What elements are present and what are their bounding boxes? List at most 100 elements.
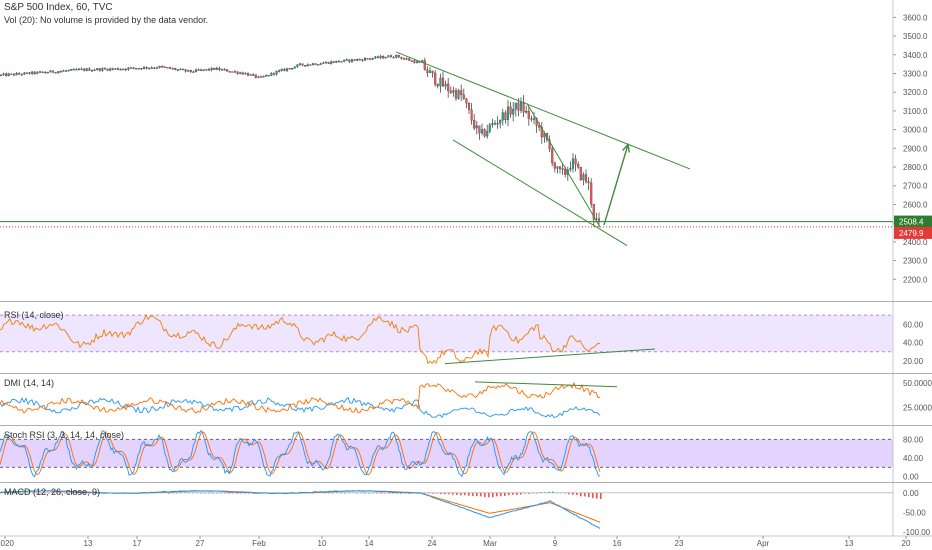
candle-body	[241, 72, 244, 75]
candle-body	[491, 123, 494, 125]
candle-body	[473, 120, 476, 129]
candle-body	[10, 73, 13, 75]
price-label-support-text: 2508.4	[899, 218, 924, 227]
macd-histogram-bar	[424, 492, 426, 494]
candle-body	[504, 112, 507, 121]
candle-body	[161, 65, 164, 68]
time-tick-label: 10	[318, 539, 327, 548]
macd-histogram-bar	[528, 492, 530, 494]
macd-histogram-bar	[476, 492, 478, 497]
macd-histogram-bar	[536, 492, 538, 494]
candle-body	[148, 67, 151, 70]
candle-body	[166, 67, 169, 69]
candle-body	[353, 59, 356, 61]
candle-body	[280, 69, 283, 71]
price-tick-label: 3300.0	[903, 69, 928, 78]
candle-body	[145, 66, 148, 69]
candle-body	[309, 64, 312, 66]
macd-histogram-bar	[204, 492, 206, 494]
candle-body	[363, 58, 367, 61]
time-tick-label: 13	[84, 539, 93, 548]
candle-body	[174, 68, 177, 70]
macd-histogram-bar	[580, 492, 582, 497]
candle-body	[213, 67, 216, 70]
candle-body	[88, 68, 91, 71]
candle-body	[397, 54, 400, 58]
candle-body	[447, 83, 450, 92]
price-tick-label: 3000.0	[903, 126, 928, 135]
time-tick-label: 13	[845, 539, 854, 548]
candle-body	[413, 60, 416, 63]
candle-body	[332, 61, 335, 63]
macd-histogram-bar	[552, 491, 554, 493]
candle-body	[480, 129, 484, 134]
macd-histogram-bar	[572, 492, 574, 495]
candle-body	[514, 102, 517, 110]
time-tick-label: 16	[613, 539, 622, 548]
candle-body	[207, 68, 211, 71]
candle-body	[25, 72, 29, 74]
candle-body	[184, 69, 187, 72]
candle-body	[374, 56, 377, 59]
macd-histogram-bar	[232, 492, 234, 494]
candle-body	[103, 68, 107, 70]
candle-body	[337, 60, 341, 63]
candle-body	[49, 70, 52, 73]
candle-body	[23, 72, 26, 75]
price-tick-label: 2700.0	[903, 182, 928, 191]
candle-body	[408, 58, 411, 61]
macd-tick-label: -100.00	[903, 528, 931, 537]
candle-body	[46, 72, 49, 74]
candle-body	[116, 68, 120, 70]
candle-body	[252, 74, 255, 76]
candle-body	[83, 68, 86, 71]
candle-body	[119, 69, 122, 71]
candle-body	[38, 71, 42, 73]
candle-body	[402, 58, 406, 60]
rsi-legend[interactable]: RSI (14, close)	[4, 310, 64, 320]
candle-body	[259, 76, 263, 78]
volume-legend[interactable]: Vol (20): No volume is provided by the d…	[4, 15, 208, 25]
macd-histogram-bar	[168, 492, 170, 494]
candle-body	[350, 59, 354, 62]
candle-body	[587, 181, 590, 184]
macd-histogram-bar	[488, 492, 490, 498]
candle-body	[101, 68, 104, 71]
chart-canvas: 3600.0 3500.0 3400.0 3300.0 3200.0 3100.0 3000…	[0, 0, 932, 550]
macd-histogram-bar	[336, 492, 338, 493]
symbol-title[interactable]: S&P 500 Index, 60, TVC	[4, 2, 113, 13]
candle-body	[132, 67, 135, 69]
candle-body	[200, 69, 203, 71]
candle-body	[111, 68, 114, 70]
macd-histogram-bar	[324, 492, 326, 494]
candle-body	[179, 68, 182, 71]
candle-body	[306, 64, 309, 66]
candle-body	[137, 68, 140, 70]
candle-body	[293, 66, 296, 69]
chart-root: 3600.0 3500.0 3400.0 3300.0 3200.0 3100.0 3000…	[0, 0, 932, 550]
price-tick-label: 2900.0	[903, 144, 928, 153]
stoch-rsi-legend[interactable]: Stoch RSI (3, 3, 14, 14, close)	[4, 430, 124, 440]
time-tick-label: 14	[365, 539, 374, 548]
macd-histogram-bar	[396, 492, 398, 494]
price-label-last-text: 2479.9	[899, 229, 924, 238]
macd-histogram-bar	[456, 492, 458, 495]
time-tick-label: Apr	[757, 539, 770, 548]
candle-body	[67, 69, 70, 72]
dmi-legend[interactable]: DMI (14, 14)	[4, 378, 54, 388]
macd-histogram-bar	[568, 492, 570, 495]
macd-histogram-bar	[544, 492, 546, 493]
candle-body	[15, 73, 18, 76]
candle-body	[436, 84, 439, 87]
candle-body	[296, 64, 299, 68]
candle-body	[486, 131, 489, 137]
candle-body	[270, 72, 273, 76]
candle-body	[122, 68, 125, 71]
candle-body	[415, 61, 419, 63]
macd-legend[interactable]: MACD (12, 26, close, 9)	[4, 487, 100, 497]
macd-histogram-bar	[380, 492, 382, 494]
candle-body	[285, 68, 289, 71]
macd-histogram-bar	[548, 491, 550, 493]
candle-body	[410, 60, 413, 62]
candle-body	[462, 94, 465, 99]
